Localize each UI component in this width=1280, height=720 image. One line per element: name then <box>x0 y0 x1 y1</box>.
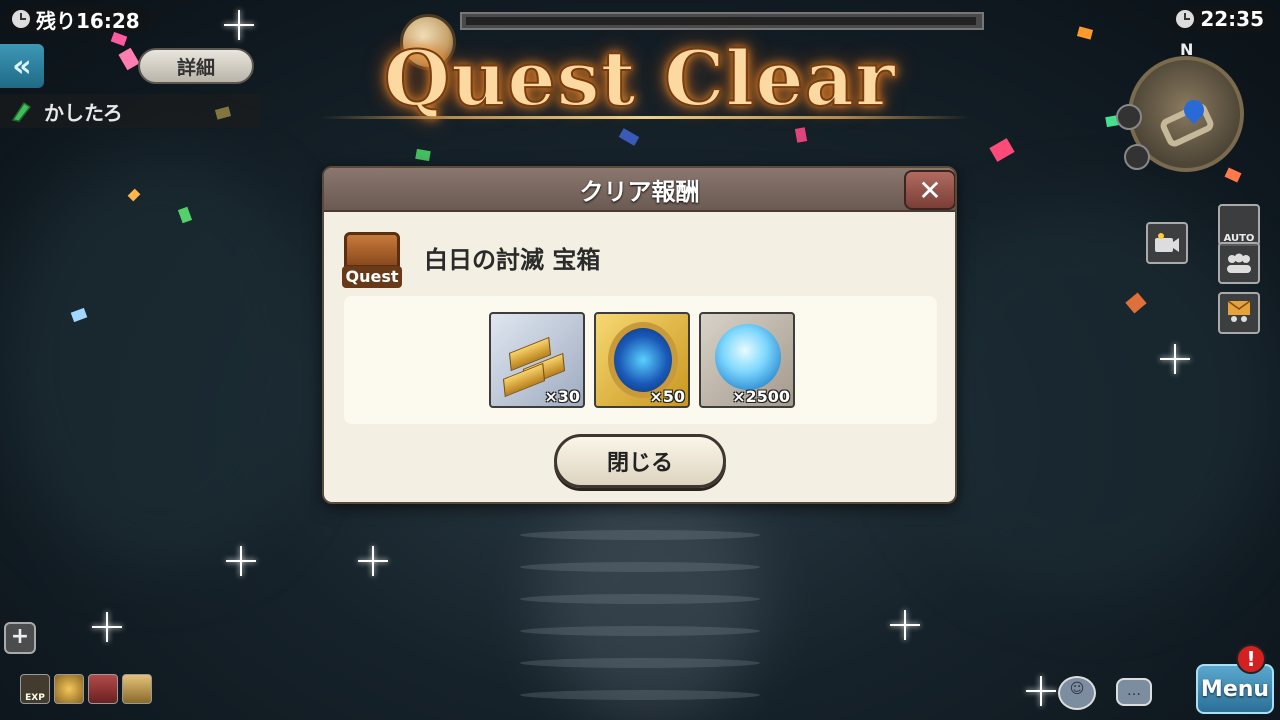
auto-button[interactable]: AUTO <box>1218 204 1260 246</box>
player-name: かしたろ <box>44 100 123 125</box>
rewards-panel: ×30 ×50 ×2500 <box>344 296 937 424</box>
dialog-title: クリア報酬 <box>579 177 700 206</box>
close-icon: ✕ <box>918 173 942 207</box>
sparkle-effect <box>226 546 256 576</box>
sparkle-effect <box>224 10 254 40</box>
confetti-piece <box>118 47 140 71</box>
system-clock: 22:35 <box>1170 6 1274 32</box>
sparkle-effect <box>890 610 920 640</box>
title-underline <box>320 116 970 119</box>
background-stairs <box>520 500 760 720</box>
sparkle-effect <box>1160 344 1190 374</box>
chat-icon[interactable]: … <box>1116 678 1152 706</box>
exp-buff-label: EXP <box>25 693 45 703</box>
confetti-piece <box>415 148 431 162</box>
clock-icon <box>12 10 30 28</box>
progress-bar <box>460 12 984 30</box>
confetti-piece <box>794 127 808 143</box>
party-icon <box>1227 253 1251 273</box>
reward-count: ×50 <box>649 387 685 406</box>
back-button[interactable]: « <box>0 44 44 88</box>
reward-item[interactable]: ×30 <box>489 312 585 408</box>
time-remaining: 残り16:28 <box>6 6 150 33</box>
reward-count: ×2500 <box>732 387 790 406</box>
plus-icon: + <box>10 624 30 649</box>
compass-buff-icon <box>54 674 84 704</box>
reward-item[interactable]: ×2500 <box>699 312 795 408</box>
minimap-zoom-button[interactable] <box>1116 104 1142 130</box>
sparkle-effect <box>358 546 388 576</box>
clock-icon <box>1176 10 1195 28</box>
confetti-piece <box>1076 26 1094 40</box>
mail-party-icon <box>1227 300 1251 322</box>
confetti-piece <box>618 128 640 146</box>
confetti-piece <box>1125 292 1147 314</box>
party-member-row[interactable]: かしたろ <box>0 94 262 128</box>
dialog-header: クリア報酬 <box>324 168 955 212</box>
menu-button-label: Menu <box>1200 676 1270 702</box>
chest-label: Quest <box>342 266 402 288</box>
double-chevron-left-icon: « <box>12 48 32 84</box>
reward-item[interactable]: ×50 <box>594 312 690 408</box>
camera-button[interactable] <box>1146 222 1188 264</box>
fence-buff-icon <box>122 674 152 704</box>
close-button[interactable]: 閉じる <box>554 434 726 488</box>
sparkle-effect <box>92 612 122 642</box>
party-mail-button[interactable] <box>1218 292 1260 334</box>
blue-heart-icon <box>715 324 781 390</box>
confetti-piece <box>989 138 1015 162</box>
time-remaining-text: 残り16:28 <box>36 8 140 33</box>
reward-source-title: 白日の討滅 宝箱 <box>424 246 601 274</box>
confetti-piece <box>70 307 88 323</box>
detail-button[interactable]: 詳細 <box>138 48 254 84</box>
confetti-piece <box>1224 167 1242 183</box>
quest-chest-icon: Quest <box>338 222 406 288</box>
quest-clear-title: Quest Clear <box>383 33 897 124</box>
confetti-piece <box>110 31 128 47</box>
reward-count: ×30 <box>544 387 580 406</box>
chest-box <box>344 232 400 268</box>
leaf-class-icon <box>11 101 32 122</box>
confetti-piece <box>127 188 141 202</box>
sparkle-effect <box>1026 676 1056 706</box>
boot-buff-icon <box>88 674 118 704</box>
alert-badge-icon: ! <box>1236 644 1266 674</box>
menu-button[interactable]: Menu <box>1196 664 1274 714</box>
expand-button[interactable]: + <box>4 622 36 654</box>
detail-button-label: 詳細 <box>176 56 215 79</box>
clear-reward-dialog: クリア報酬 ✕ Quest 白日の討滅 宝箱 ×30 ×50 ×2500 閉じる <box>322 166 957 504</box>
minimap-mode-button[interactable] <box>1124 144 1150 170</box>
close-x-button[interactable]: ✕ <box>904 170 955 210</box>
emote-icon[interactable]: ☺ <box>1058 676 1096 710</box>
party-button[interactable] <box>1218 242 1260 284</box>
confetti-piece <box>177 206 193 224</box>
progress-bar-track <box>466 17 976 25</box>
camera-icon <box>1155 233 1179 252</box>
close-button-label: 閉じる <box>606 451 673 476</box>
clock-text: 22:35 <box>1200 7 1264 31</box>
exp-buff-icon: EXP <box>20 674 50 704</box>
